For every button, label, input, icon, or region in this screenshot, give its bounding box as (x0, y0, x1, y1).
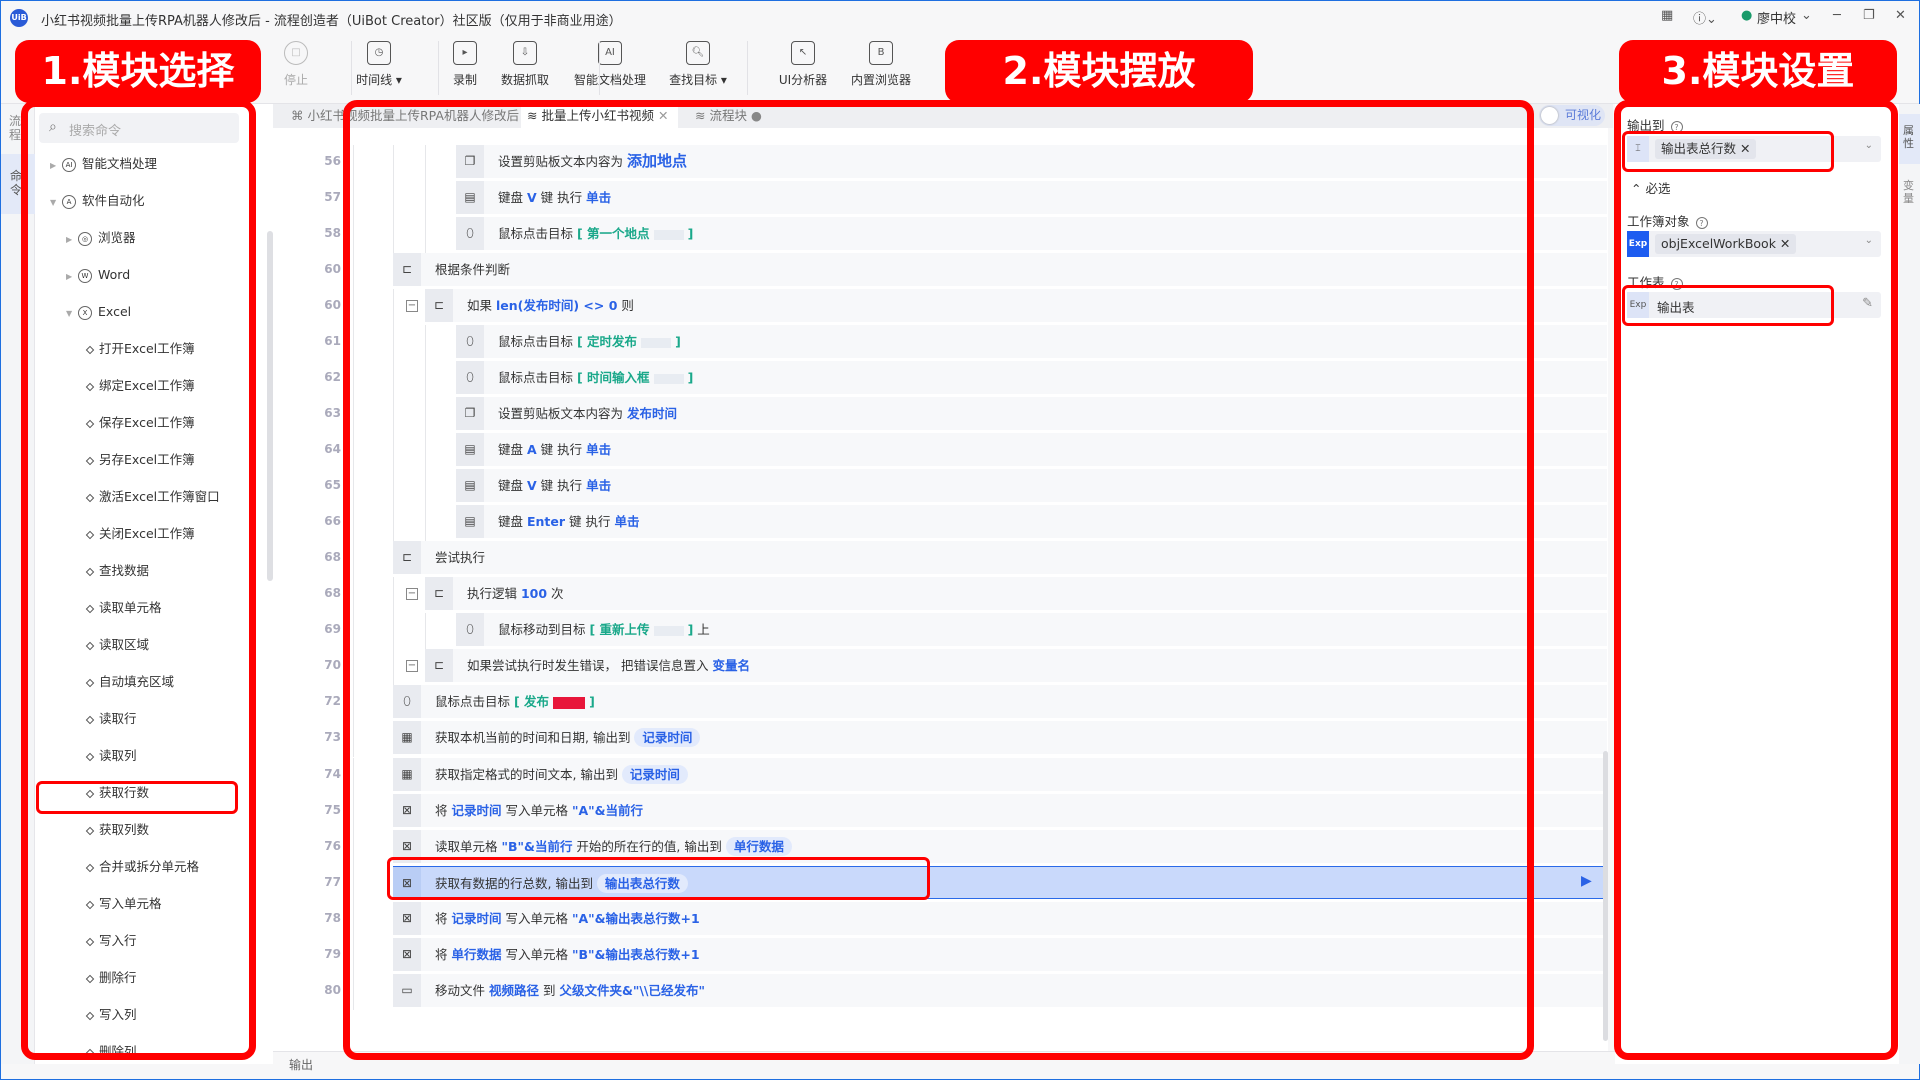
run-row-icon[interactable]: ▶ (1581, 873, 1592, 889)
apps-grid-icon[interactable]: ▦ (1661, 8, 1673, 23)
toolbar-label: UI分析器 (778, 73, 828, 87)
annotation-label-2: 2.模块摆放 (945, 40, 1253, 103)
ui-analyzer-icon: ↖ (791, 41, 815, 65)
annotation-frame-2 (343, 100, 1534, 1060)
title-bar: UiB 小红书视频批量上传RPA机器人修改后 - 流程创造者（UiBot Cre… (1, 1, 1919, 35)
toolbar-ui-analyzer-button[interactable]: ↖ UI分析器 (758, 41, 848, 88)
line-number: 61 (324, 334, 341, 348)
annotation-frame-3 (1614, 100, 1898, 1060)
toolbar-label: 数据抓取 (500, 73, 549, 87)
toolbar-find-target-button[interactable]: 🔍︎ 查找目标 ▾ (653, 41, 743, 88)
app-logo-icon: UiB (10, 9, 28, 27)
stop-icon: □ (284, 41, 308, 65)
clock-icon: ◷ (367, 41, 391, 65)
highlight-row-77 (387, 857, 930, 900)
window-title: 小红书视频批量上传RPA机器人修改后 - 流程创造者（UiBot Creator… (41, 14, 622, 29)
line-number: 66 (324, 514, 341, 528)
browser-icon: B (869, 41, 893, 65)
minimize-button[interactable]: ─ (1833, 8, 1841, 23)
toolbar-browser-button[interactable]: B 内置浏览器 (836, 41, 926, 88)
line-number: 77 (324, 875, 341, 889)
line-number: 68 (324, 586, 341, 600)
toolbar-label: 智能文档处理 (573, 73, 646, 87)
toolbar-divider (351, 41, 352, 95)
line-number: 60 (324, 262, 341, 276)
toolbar-divider (599, 41, 600, 95)
toolbar-label: 录制 (452, 73, 477, 87)
toolbar-divider (747, 41, 748, 95)
highlight-output-field (1622, 131, 1834, 172)
line-number: 76 (324, 839, 341, 853)
line-number: 62 (324, 370, 341, 384)
toolbar-ai-doc-button[interactable]: AI 智能文档处理 (565, 41, 655, 88)
highlight-sheet-field (1622, 285, 1834, 326)
online-status-icon: ● (1741, 8, 1753, 23)
annotation-frame-1 (21, 100, 256, 1060)
line-number: 72 (324, 694, 341, 708)
line-number: 64 (324, 442, 341, 456)
restore-button[interactable]: ❐ (1863, 8, 1875, 23)
user-menu[interactable]: 廖中校 (1757, 8, 1796, 27)
line-number: 65 (324, 478, 341, 492)
line-number: 58 (324, 226, 341, 240)
line-number: 79 (324, 947, 341, 961)
editor-scrollbar[interactable] (1603, 751, 1608, 1041)
line-number: 78 (324, 911, 341, 925)
line-number: 63 (324, 406, 341, 420)
line-number: 75 (324, 803, 341, 817)
line-number: 70 (324, 658, 341, 672)
close-button[interactable]: ✕ (1895, 8, 1906, 23)
toolbar-label: 停止 (283, 73, 308, 87)
right-strip: 属性 变量 (1899, 104, 1920, 1064)
line-number: 74 (324, 767, 341, 781)
line-number: 80 (324, 983, 341, 997)
flowchart-icon: ⌘ (291, 108, 308, 123)
line-number: 56 (324, 154, 341, 168)
line-number: 73 (324, 730, 341, 744)
toolbar-label: 时间线 ▾ (356, 73, 402, 87)
toolbar-divider (438, 41, 439, 95)
output-label: 输出 (289, 1058, 314, 1072)
line-number: 68 (324, 550, 341, 564)
toolbar-stop-button[interactable]: □ 停止 (251, 41, 341, 88)
annotation-label-3: 3.模块设置 (1619, 40, 1897, 103)
highlight-get-row-count (36, 781, 238, 814)
tab-properties[interactable]: 属性 (1899, 114, 1920, 164)
ai-doc-icon: AI (598, 41, 622, 65)
visual-toggle-label: 可视化 (1565, 108, 1602, 122)
chevron-down-icon[interactable]: ⌄ (1801, 8, 1812, 23)
line-number: 60 (324, 298, 341, 312)
toolbar-data-scrape-button[interactable]: ⇩ 数据抓取 (480, 41, 570, 88)
data-scrape-icon: ⇩ (513, 41, 537, 65)
toolbar-clock-button[interactable]: ◷ 时间线 ▾ (334, 41, 424, 88)
line-number: 57 (324, 190, 341, 204)
toolbar-label: 查找目标 ▾ (669, 73, 727, 87)
record-icon: ▸ (453, 41, 477, 65)
toggle-knob (1541, 107, 1558, 124)
help-icon[interactable]: ⓘ⌄ (1693, 8, 1717, 27)
visual-toggle[interactable]: 可视化 (1539, 105, 1605, 126)
annotation-label-1: 1.模块选择 (15, 40, 261, 103)
toolbar-label: 内置浏览器 (850, 73, 911, 87)
find-target-icon: 🔍︎ (686, 41, 710, 65)
line-number: 69 (324, 622, 341, 636)
tab-variables[interactable]: 变量 (1903, 179, 1916, 205)
